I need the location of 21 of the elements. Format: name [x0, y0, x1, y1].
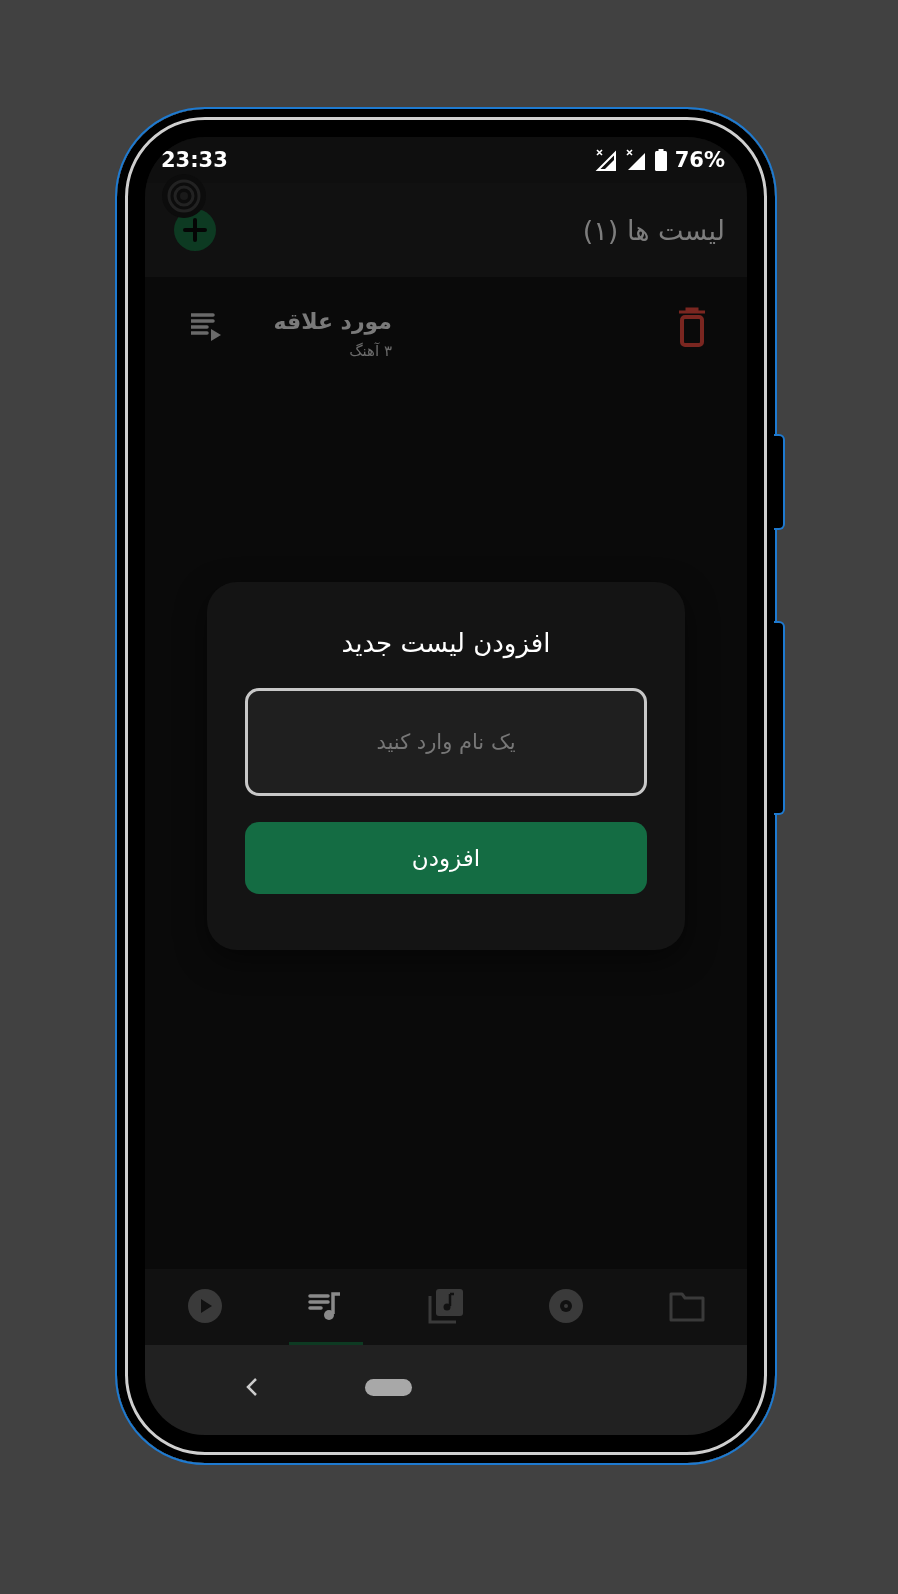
status-time: 23:33 [161, 148, 228, 172]
playlist-play-icon [191, 313, 223, 341]
screen-title: لیست ها (۱) [582, 214, 725, 246]
play-icon [187, 1287, 224, 1324]
signal-icon [594, 149, 617, 171]
signal-icon [624, 149, 647, 171]
song-count: ۳ آهنگ [348, 342, 392, 360]
home-pill[interactable] [364, 1378, 412, 1396]
battery-level: 76% [674, 148, 725, 172]
playlist-name[interactable]: مورد علاقه [273, 309, 392, 334]
battery-icon [654, 149, 667, 171]
dialog-title: افزودن لیست جدید [341, 628, 551, 658]
trash-icon[interactable] [677, 307, 707, 347]
input-field[interactable]: یک نام وارد کنید [245, 688, 647, 796]
disc-icon [548, 1287, 585, 1324]
back-icon[interactable] [245, 1377, 259, 1397]
side-button[interactable] [774, 621, 785, 815]
music-library-icon [427, 1287, 464, 1324]
add-icon[interactable] [173, 208, 217, 252]
add-button[interactable]: افزودن [245, 822, 647, 894]
side-button[interactable] [774, 434, 785, 530]
